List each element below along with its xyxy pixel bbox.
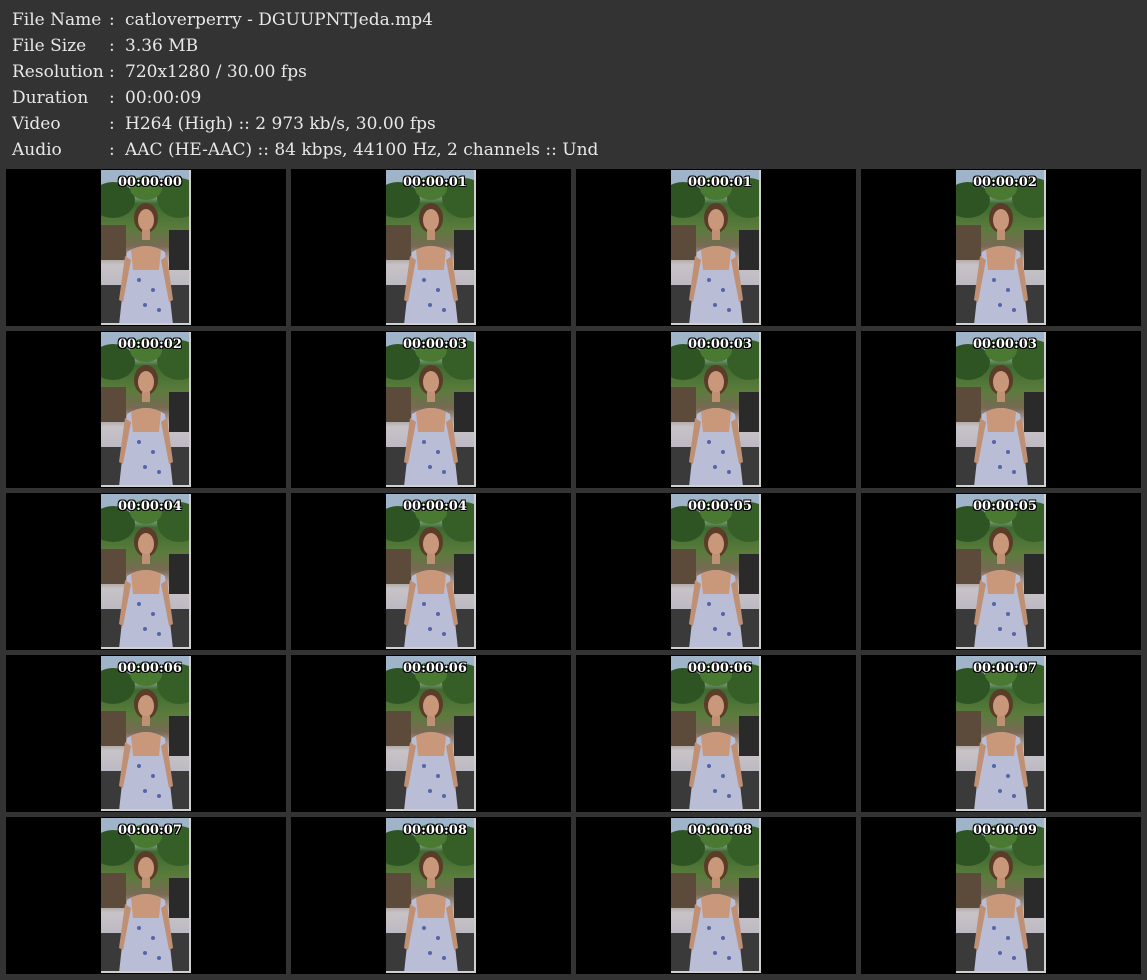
frame-timestamp: 00:00:02: [973, 175, 1037, 190]
frame-timestamp: 00:00:08: [403, 823, 467, 838]
video-frame-thumbnail: 00:00:07: [101, 818, 191, 973]
info-label: File Size: [12, 36, 87, 56]
info-value: 720x1280 / 30.00 fps: [125, 62, 307, 82]
info-separator: :: [109, 62, 115, 82]
info-value: H264 (High) :: 2 973 kb/s, 30.00 fps: [125, 114, 436, 134]
video-frame-thumbnail: 00:00:08: [386, 818, 476, 973]
video-frame-thumbnail: 00:00:08: [671, 818, 761, 973]
thumbnail-cell: 00:00:03: [291, 331, 571, 488]
info-separator: :: [109, 114, 115, 134]
info-row-duration: Duration : 00:00:09: [12, 85, 1132, 111]
video-frame-thumbnail: 00:00:06: [671, 656, 761, 811]
video-frame-thumbnail: 00:00:03: [386, 332, 476, 487]
video-frame-thumbnail: 00:00:01: [386, 170, 476, 325]
thumbnail-cell: 00:00:07: [6, 817, 286, 974]
video-frame-thumbnail: 00:00:09: [956, 818, 1046, 973]
video-frame-thumbnail: 00:00:04: [101, 494, 191, 649]
frame-timestamp: 00:00:03: [403, 337, 467, 352]
info-row-audio: Audio : AAC (HE-AAC) :: 84 kbps, 44100 H…: [12, 137, 1132, 163]
info-separator: :: [109, 36, 115, 56]
thumbnail-cell: 00:00:02: [861, 169, 1141, 326]
video-frame-thumbnail: 00:00:05: [671, 494, 761, 649]
thumbnail-cell: 00:00:01: [291, 169, 571, 326]
frame-timestamp: 00:00:05: [973, 499, 1037, 514]
info-separator: :: [109, 10, 115, 30]
thumbnail-cell: 00:00:03: [861, 331, 1141, 488]
video-frame-thumbnail: 00:00:01: [671, 170, 761, 325]
thumbnail-cell: 00:00:07: [861, 655, 1141, 812]
info-label: Video: [12, 114, 61, 134]
thumbnail-cell: 00:00:06: [6, 655, 286, 812]
info-row-resolution: Resolution : 720x1280 / 30.00 fps: [12, 59, 1132, 85]
media-info-panel: File Name : catloverperry - DGUUPNTJeda.…: [12, 7, 1132, 163]
thumbnail-cell: 00:00:06: [291, 655, 571, 812]
thumbnail-cell: 00:00:09: [861, 817, 1141, 974]
frame-timestamp: 00:00:01: [403, 175, 467, 190]
info-separator: :: [109, 140, 115, 160]
info-label: Duration: [12, 88, 89, 108]
video-frame-thumbnail: 00:00:06: [101, 656, 191, 811]
thumbnail-cell: 00:00:01: [576, 169, 856, 326]
frame-timestamp: 00:00:07: [973, 661, 1037, 676]
frame-timestamp: 00:00:06: [403, 661, 467, 676]
info-separator: :: [109, 88, 115, 108]
video-frame-thumbnail: 00:00:02: [956, 170, 1046, 325]
frame-timestamp: 00:00:04: [118, 499, 182, 514]
info-label: Audio: [12, 140, 62, 160]
thumbnail-cell: 00:00:08: [576, 817, 856, 974]
frame-timestamp: 00:00:08: [688, 823, 752, 838]
frame-timestamp: 00:00:06: [118, 661, 182, 676]
video-frame-thumbnail: 00:00:04: [386, 494, 476, 649]
frame-timestamp: 00:00:03: [688, 337, 752, 352]
info-value: AAC (HE-AAC) :: 84 kbps, 44100 Hz, 2 cha…: [125, 140, 599, 160]
video-frame-thumbnail: 00:00:06: [386, 656, 476, 811]
video-frame-thumbnail: 00:00:02: [101, 332, 191, 487]
thumbnail-cell: 00:00:04: [6, 493, 286, 650]
video-frame-thumbnail: 00:00:05: [956, 494, 1046, 649]
thumbnail-cell: 00:00:02: [6, 331, 286, 488]
frame-timestamp: 00:00:07: [118, 823, 182, 838]
thumbnail-cell: 00:00:03: [576, 331, 856, 488]
info-row-file-size: File Size : 3.36 MB: [12, 33, 1132, 59]
frame-timestamp: 00:00:05: [688, 499, 752, 514]
video-frame-thumbnail: 00:00:00: [101, 170, 191, 325]
info-label: File Name: [12, 10, 102, 30]
frame-timestamp: 00:00:04: [403, 499, 467, 514]
video-frame-thumbnail: 00:00:03: [671, 332, 761, 487]
thumbnail-cell: 00:00:00: [6, 169, 286, 326]
frame-timestamp: 00:00:06: [688, 661, 752, 676]
frame-timestamp: 00:00:09: [973, 823, 1037, 838]
thumbnail-cell: 00:00:05: [861, 493, 1141, 650]
info-value: 00:00:09: [125, 88, 202, 108]
info-value: catloverperry - DGUUPNTJeda.mp4: [125, 10, 433, 30]
thumbnail-grid: 00:00:00 00:00:01 00:00:01 00:00:02 00:00:02…: [6, 169, 1141, 977]
thumbnail-cell: 00:00:05: [576, 493, 856, 650]
video-frame-thumbnail: 00:00:07: [956, 656, 1046, 811]
frame-timestamp: 00:00:01: [688, 175, 752, 190]
info-label: Resolution: [12, 62, 104, 82]
thumbnail-cell: 00:00:08: [291, 817, 571, 974]
frame-timestamp: 00:00:00: [118, 175, 182, 190]
frame-timestamp: 00:00:02: [118, 337, 182, 352]
frame-timestamp: 00:00:03: [973, 337, 1037, 352]
info-value: 3.36 MB: [125, 36, 199, 56]
thumbnail-cell: 00:00:06: [576, 655, 856, 812]
info-row-file-name: File Name : catloverperry - DGUUPNTJeda.…: [12, 7, 1132, 33]
info-row-video: Video : H264 (High) :: 2 973 kb/s, 30.00…: [12, 111, 1132, 137]
video-frame-thumbnail: 00:00:03: [956, 332, 1046, 487]
thumbnail-cell: 00:00:04: [291, 493, 571, 650]
